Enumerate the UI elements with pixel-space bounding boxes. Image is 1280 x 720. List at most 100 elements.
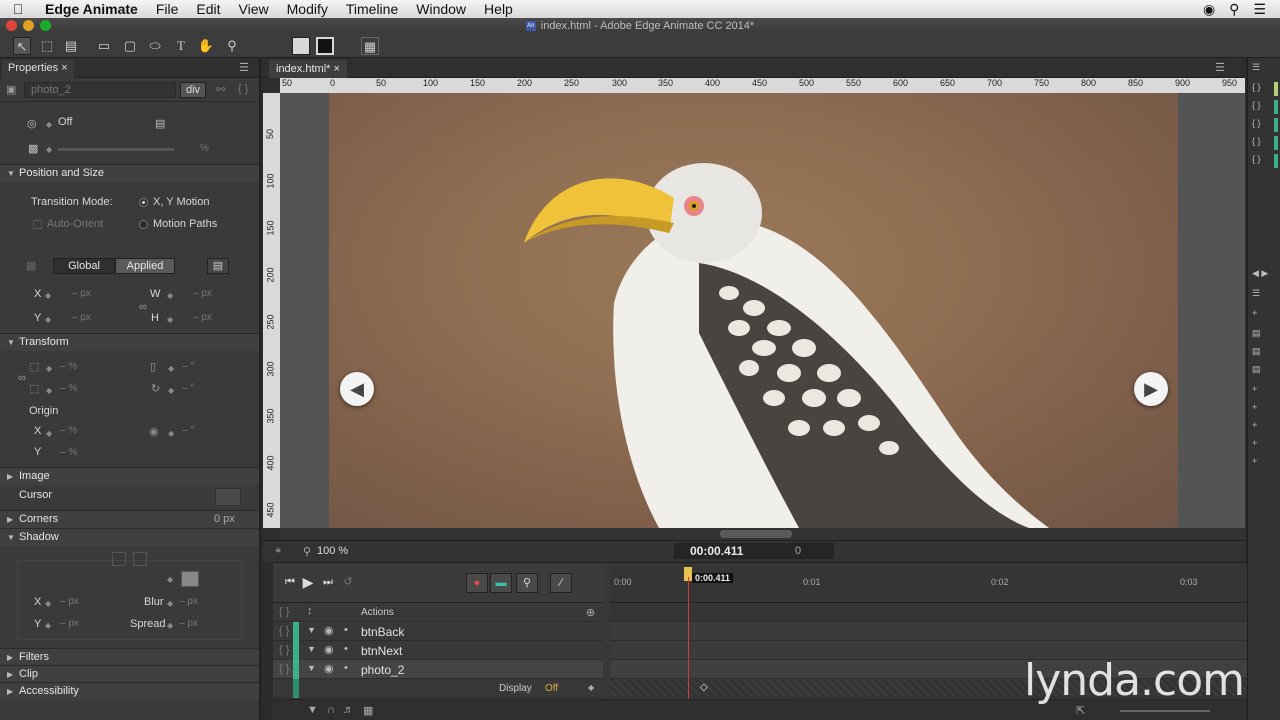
current-time[interactable]: 00:00.411 [690, 544, 743, 558]
collapse-all-icon[interactable]: ↕ [307, 605, 313, 617]
keyframe-diamond-icon[interactable]: ◆ [46, 429, 52, 438]
keyframe-diamond-icon[interactable]: ◆ [45, 291, 51, 300]
keyframe-diamond-icon[interactable]: ◆ [168, 429, 174, 438]
h-value[interactable]: – px [193, 312, 212, 323]
y-value[interactable]: – px [72, 312, 91, 323]
keyframe-diamond-icon[interactable]: ◆ [588, 683, 594, 692]
ellipse-tool-icon[interactable]: ⬭ [146, 37, 164, 55]
keyframe-diamond-icon[interactable]: ◆ [168, 364, 174, 373]
keyframe-diamond-icon[interactable]: ◆ [45, 621, 51, 630]
cursor-select[interactable] [215, 488, 241, 506]
expand-triangle-icon[interactable]: ▼ [307, 625, 316, 635]
keyframe-diamond-icon[interactable]: ◇ [700, 682, 708, 693]
zoom-window-button[interactable] [40, 20, 51, 31]
expand-triangle-icon[interactable]: ▼ [307, 663, 316, 673]
eye-icon[interactable]: ◉ [324, 662, 334, 675]
code-braces-icon[interactable]: { } [279, 606, 289, 618]
properties-tab[interactable]: Properties × [2, 60, 74, 78]
layer-name[interactable]: photo_2 [361, 663, 404, 677]
overflow-icon[interactable]: ▤ [155, 117, 165, 130]
shadow-y-value[interactable]: – px [60, 618, 79, 629]
go-to-end-icon[interactable]: ⏭ [317, 573, 339, 593]
shadow-color-swatch[interactable] [181, 571, 199, 587]
fill-color-swatch[interactable] [292, 37, 310, 55]
magnet-icon[interactable]: ∩ [327, 704, 335, 716]
zoom-level[interactable]: 100 % [317, 545, 348, 557]
opacity-value[interactable]: % [200, 143, 209, 154]
library-item[interactable]: { } [1252, 100, 1278, 114]
code-braces-icon[interactable]: { } [279, 644, 289, 656]
applied-toggle[interactable]: Applied [115, 258, 175, 274]
code-braces-icon[interactable]: { } [279, 625, 289, 637]
menu-window[interactable]: Window [407, 1, 475, 17]
scrollbar-thumb[interactable] [720, 530, 792, 538]
text-tool-icon[interactable]: T [172, 37, 190, 55]
section-accessibility[interactable]: ▶ Accessibility [0, 682, 259, 700]
apple-icon[interactable]:  [0, 1, 36, 17]
horizontal-scrollbar[interactable] [280, 528, 1245, 540]
keyframe-diamond-icon[interactable]: ◆ [167, 315, 173, 324]
add-icon[interactable]: + [1252, 438, 1278, 452]
timeline-row-btnnext[interactable]: { } ▼ ◉ • btnNext [273, 641, 603, 660]
asset-image-icon[interactable]: ▤ [1252, 328, 1278, 342]
coordinate-settings-icon[interactable]: ▤ [207, 258, 229, 274]
keyframe-diamond-icon[interactable]: ◆ [46, 120, 52, 129]
hornbill-photo[interactable] [329, 93, 1178, 528]
play-icon[interactable]: ▶ [297, 573, 319, 593]
scale-y-value[interactable]: – % [60, 383, 77, 394]
keyframe-diamond-icon[interactable]: ◆ [167, 575, 173, 584]
display-property-value[interactable]: Off [545, 683, 558, 694]
link-dimensions-icon[interactable]: ∞ [139, 301, 147, 313]
xy-motion-radio[interactable] [139, 198, 148, 207]
rounded-rectangle-tool-icon[interactable]: ▢ [121, 37, 139, 55]
scale-x-value[interactable]: – % [60, 361, 77, 372]
selection-tool-icon[interactable]: ↖ [13, 37, 31, 55]
panel-menu-icon[interactable]: ☰ [239, 61, 249, 74]
close-tab-icon[interactable]: × [61, 62, 67, 74]
transform-tool-icon[interactable]: ⬚ [38, 37, 56, 55]
rectangle-tool-icon[interactable]: ▭ [95, 37, 113, 55]
auto-keyframe-icon[interactable]: ● [466, 573, 488, 593]
menu-view[interactable]: View [230, 1, 278, 17]
add-icon[interactable]: + [1252, 402, 1278, 416]
keyframe-diamond-icon[interactable]: ◆ [168, 386, 174, 395]
btn-next-arrow[interactable]: ▶ [1134, 372, 1168, 406]
library-item[interactable]: { } [1252, 154, 1278, 168]
keyframe-diamond-icon[interactable]: ◆ [167, 291, 173, 300]
asset-image-icon[interactable]: ▤ [1252, 364, 1278, 378]
library-item[interactable]: { } [1252, 136, 1278, 150]
section-image[interactable]: ▶ Image [0, 467, 259, 485]
add-icon[interactable]: + [1252, 456, 1278, 470]
loop-icon[interactable]: ↺ [337, 573, 359, 593]
keyframe-diamond-icon[interactable]: ◆ [45, 315, 51, 324]
section-position-size[interactable]: ▼ Position and Size [0, 164, 259, 182]
rotate-value[interactable]: – ° [182, 383, 194, 394]
pin-icon[interactable]: ⚲ [516, 573, 538, 593]
timeline-track[interactable] [610, 622, 1247, 641]
filter-icon[interactable]: ▼ [307, 704, 318, 716]
global-toggle[interactable]: Global [53, 258, 115, 274]
origin-x-value[interactable]: – % [60, 425, 77, 436]
keyframe-diamond-icon[interactable]: ◆ [167, 599, 173, 608]
timeline-ruler[interactable]: 0:00 0:01 0:02 0:03 0:00.411 [610, 563, 1247, 603]
zoom-tool-icon[interactable]: ⚲ [223, 37, 241, 55]
add-action-icon[interactable]: ⊕ [586, 606, 595, 619]
code-braces-icon[interactable]: { } [279, 663, 289, 675]
lock-dot-icon[interactable]: • [344, 643, 348, 655]
visibility-value[interactable]: Off [58, 116, 72, 128]
skew-x-value[interactable]: – ° [182, 361, 194, 372]
close-tab-icon[interactable]: × [333, 63, 339, 75]
auto-orient-checkbox[interactable] [33, 220, 42, 229]
origin-angle-value[interactable]: – ° [182, 425, 194, 436]
grid-icon[interactable]: ▦ [363, 704, 373, 717]
element-id-field[interactable]: photo_2 [24, 82, 176, 98]
x-value[interactable]: – px [72, 288, 91, 299]
document-tab[interactable]: index.html* × [269, 60, 347, 78]
minimize-window-button[interactable] [23, 20, 34, 31]
keyframe-diamond-icon[interactable]: ◆ [45, 599, 51, 608]
menu-app-name[interactable]: Edge Animate [36, 1, 147, 17]
shadow-type-outer[interactable] [112, 552, 126, 566]
library-item[interactable]: { } [1252, 82, 1278, 96]
link-scale-icon[interactable]: ∞ [18, 372, 26, 384]
auto-transition-icon[interactable]: ▬ [490, 573, 512, 593]
